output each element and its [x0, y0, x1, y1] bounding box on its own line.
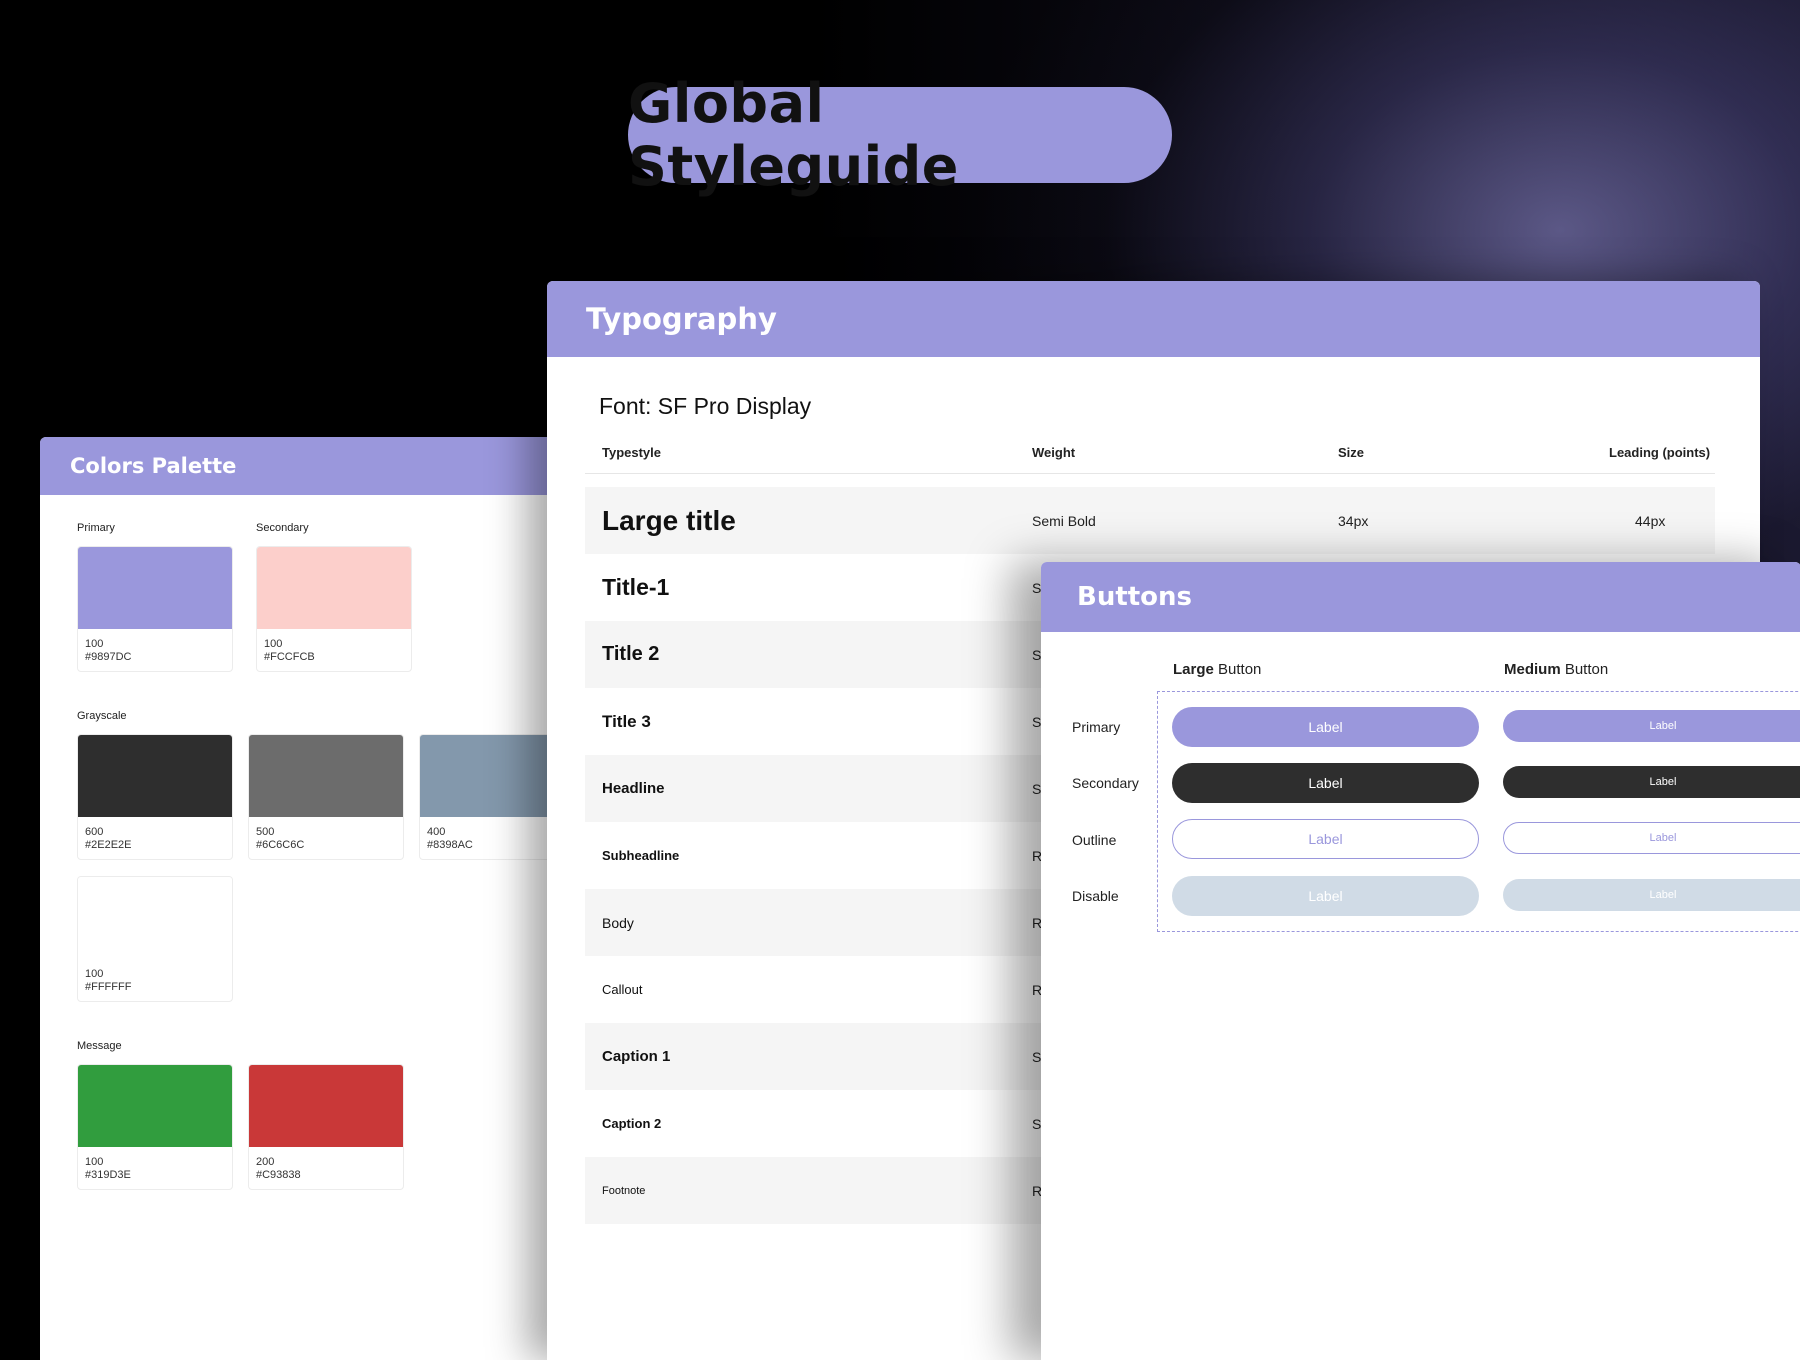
swatch-fill [78, 877, 232, 959]
swatch-level: 100 [85, 638, 104, 650]
swatch-hex: #2E2E2E [85, 839, 132, 851]
typestyle-name: Caption 2 [602, 1116, 662, 1131]
page-title: Global Styleguide [628, 72, 1172, 198]
message-label: Message [77, 1040, 122, 1052]
typestyle-name: Title 3 [602, 711, 651, 731]
buttons-title: Buttons [1041, 562, 1800, 632]
column-header-size: Size [1338, 445, 1365, 460]
typestyle-weight: S [1032, 579, 1042, 596]
font-name: Font: SF Pro Display [599, 393, 812, 419]
large-outline-button[interactable]: Label [1172, 819, 1479, 859]
buttons-card: Buttons Large Button Medium Button Prima… [1041, 562, 1800, 1360]
swatch-fill [249, 735, 403, 817]
column-header-large-button: Large Button [1173, 661, 1261, 678]
medium-disabled-button: Label [1503, 879, 1800, 911]
row-label-outline: Outline [1072, 832, 1117, 848]
typestyle-name: Headline [602, 780, 665, 797]
row-label-primary: Primary [1072, 719, 1121, 735]
medium-secondary-button[interactable]: Label [1503, 766, 1800, 798]
grayscale-label: Grayscale [77, 710, 127, 722]
swatch-gray-500[interactable]: 500 #6C6C6C [248, 734, 404, 860]
primary-label: Primary [77, 522, 115, 534]
typestyle-weight: S [1032, 1048, 1042, 1065]
swatch-fill [78, 547, 232, 629]
swatch-level: 100 [85, 1156, 104, 1168]
typestyle-weight: S [1032, 713, 1042, 730]
swatch-hex: #6C6C6C [256, 839, 305, 851]
swatch-hex: #FCCFCB [264, 651, 315, 663]
swatch-hex: #9897DC [85, 651, 132, 663]
column-header-bold: Large [1173, 661, 1214, 678]
swatch-fill [78, 1065, 232, 1147]
colors-palette-title: Colors Palette [40, 437, 600, 495]
large-secondary-button[interactable]: Label [1172, 763, 1479, 803]
swatch-level: 200 [256, 1156, 275, 1168]
colors-palette-card: Colors Palette Primary Secondary 100 #989… [40, 437, 600, 1360]
typestyle-size: 34px [1338, 512, 1369, 529]
column-header-medium-button: Medium Button [1504, 661, 1608, 678]
column-header-leading: Leading (points) [1609, 445, 1711, 460]
typestyle-name: Body [602, 914, 634, 931]
swatch-fill [257, 547, 411, 629]
swatch-hex: #C93838 [256, 1169, 301, 1181]
column-header-bold: Medium [1504, 661, 1561, 678]
table-row[interactable]: Large title Semi Bold 34px 44px [585, 487, 1715, 554]
swatch-gray-100[interactable]: 100 #FFFFFF [77, 876, 233, 1002]
typestyle-name: Title-1 [602, 574, 670, 600]
typestyle-name: Title 2 [602, 643, 660, 665]
row-label-disable: Disable [1072, 888, 1119, 904]
swatch-hex: #319D3E [85, 1169, 131, 1181]
typestyle-name: Caption 1 [602, 1048, 671, 1065]
swatch-message-success[interactable]: 100 #319D3E [77, 1064, 233, 1190]
large-primary-button[interactable]: Label [1172, 707, 1479, 747]
swatch-fill [249, 1065, 403, 1147]
swatch-message-error[interactable]: 200 #C93838 [248, 1064, 404, 1190]
typestyle-name: Large title [602, 504, 736, 536]
row-label-secondary: Secondary [1072, 775, 1139, 791]
typestyle-leading: 44px [1635, 512, 1666, 529]
typestyle-name: Footnote [602, 1184, 646, 1197]
column-header-typestyle: Typestyle [602, 445, 662, 460]
swatch-fill [78, 735, 232, 817]
header-divider [585, 473, 1715, 474]
typestyle-weight: S [1032, 780, 1042, 797]
medium-outline-button[interactable]: Label [1503, 822, 1800, 854]
swatch-level: 100 [85, 968, 104, 980]
large-disabled-button: Label [1172, 876, 1479, 916]
medium-primary-button[interactable]: Label [1503, 710, 1800, 742]
column-header-rest: Button [1560, 661, 1609, 678]
swatch-hex: #FFFFFF [85, 981, 132, 993]
swatch-primary[interactable]: 100 #9897DC [77, 546, 233, 672]
column-header-weight: Weight [1032, 445, 1076, 460]
secondary-label: Secondary [256, 522, 309, 534]
swatch-level: 100 [264, 638, 283, 650]
typestyle-name: Callout [602, 982, 643, 997]
typography-title: Typography [547, 281, 1760, 357]
swatch-secondary[interactable]: 100 #FCCFCB [256, 546, 412, 672]
swatch-gray-600[interactable]: 600 #2E2E2E [77, 734, 233, 860]
typestyle-name: Subheadline [602, 848, 680, 863]
column-header-rest: Button [1213, 661, 1262, 678]
typestyle-weight: Semi Bold [1032, 512, 1096, 529]
typestyle-weight: S [1032, 1115, 1042, 1132]
typestyle-weight: S [1032, 646, 1042, 663]
swatch-level: 500 [256, 826, 275, 838]
swatch-level: 600 [85, 826, 104, 838]
